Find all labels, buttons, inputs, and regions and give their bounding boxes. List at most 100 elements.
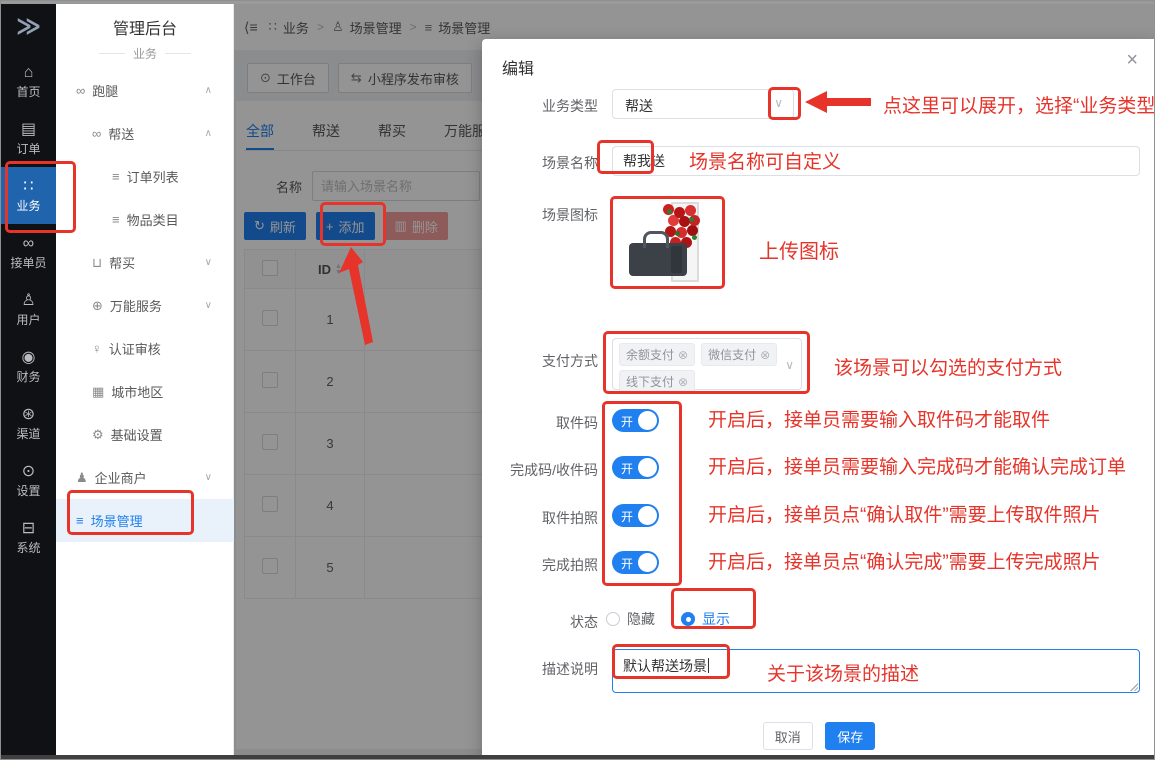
secondary-nav-item[interactable]: ∞帮送∧	[56, 112, 234, 155]
primary-nav-label: 系统	[16, 539, 40, 556]
toggle-switch[interactable]: 开	[612, 504, 659, 527]
business-type-label: 业务类型	[482, 96, 598, 116]
admin-title: 管理后台	[56, 15, 234, 39]
secondary-nav-item[interactable]: ⚙基础设置	[56, 413, 234, 456]
status-radio[interactable]	[681, 612, 695, 626]
divider-line	[165, 53, 191, 54]
scene-name-input[interactable]	[612, 146, 1140, 176]
primary-nav-item[interactable]: ▤ 订单	[1, 110, 56, 167]
audit-icon: ♀	[92, 341, 102, 356]
secondary-nav: ∞跑腿∧∞帮送∧≡订单列表≡物品类目⊔帮买∨⊕万能服务∨♀认证审核▦城市地区⚙基…	[56, 69, 234, 542]
status-radio[interactable]	[606, 612, 620, 626]
chevron-down-icon[interactable]: ∨	[774, 96, 783, 110]
scooter-icon: ∞	[76, 83, 85, 98]
primary-nav-label: 设置	[16, 482, 40, 499]
secondary-nav-item[interactable]: ⊕ 万能服务 ∨	[56, 284, 234, 327]
tag-close-icon[interactable]: ⊗	[678, 375, 688, 389]
secondary-nav-item[interactable]: ≡ 场景管理	[56, 499, 234, 542]
payment-label: 支付方式	[482, 351, 598, 371]
toggle-on-label: 开	[621, 413, 633, 430]
secondary-nav-item[interactable]: ≡订单列表	[56, 155, 234, 198]
order-icon: ▤	[21, 121, 36, 138]
resize-handle-icon[interactable]	[1129, 682, 1138, 691]
primary-nav-item[interactable]: ⊙ 设置	[1, 452, 56, 509]
chevron-down-icon: ∨	[205, 472, 212, 483]
grid-icon: ∷	[23, 178, 33, 195]
city-icon: ▦	[92, 384, 104, 400]
toggle-switch[interactable]: 开	[612, 551, 659, 574]
globe-icon: ⊕	[92, 298, 103, 314]
toggle-on-label: 开	[621, 508, 633, 525]
status-radio-label[interactable]: 显示	[702, 609, 730, 629]
toggle-switch[interactable]: 开	[612, 456, 659, 479]
scene-icon-upload[interactable]	[619, 199, 717, 285]
app-logo[interactable]: ≫	[1, 9, 56, 45]
primary-nav-item[interactable]: ⊟系统	[1, 509, 56, 566]
business-type-select[interactable]: 帮送 ∨	[612, 89, 794, 119]
primary-nav-label: 财务	[16, 368, 40, 385]
toggle-row: 完成拍照开开启后，接单员点“确认完成”需要上传完成照片	[482, 551, 1155, 575]
channel-icon: ⊛	[22, 406, 35, 423]
secondary-nav-item[interactable]: ∞跑腿∧	[56, 69, 234, 112]
toggle-row: 取件拍照开开启后，接单员点“确认取件”需要上传取件照片	[482, 504, 1155, 528]
sidebar-section-label: 业务	[133, 45, 157, 62]
secondary-nav-label: 万能服务	[110, 296, 162, 315]
secondary-nav-item[interactable]: ▦城市地区	[56, 370, 234, 413]
home-icon: ⌂	[24, 64, 34, 81]
close-icon[interactable]: ×	[1126, 49, 1138, 72]
basket-icon: ⊔	[92, 255, 102, 271]
payment-tags: 余额支付⊗ 微信支付⊗ 线下支付⊗	[613, 339, 779, 393]
primary-nav-item[interactable]: ◉财务	[1, 338, 56, 395]
status-radio-group: 隐藏 显示	[606, 609, 730, 629]
secondary-nav-label: 基础设置	[111, 425, 163, 444]
cancel-button[interactable]: 取消	[763, 722, 813, 750]
secondary-nav-label: 物品类目	[127, 210, 179, 229]
toggle-knob	[638, 458, 657, 477]
primary-nav-label: 渠道	[16, 425, 40, 442]
payment-tag[interactable]: 微信支付⊗	[701, 343, 777, 366]
toggle-label: 完成码/收件码	[482, 460, 598, 480]
user-icon: ♙	[21, 292, 35, 309]
secondary-nav-item[interactable]: ♀认证审核	[56, 327, 234, 370]
primary-nav-item[interactable]: ♙ 用户	[1, 281, 56, 338]
list-icon: ≡	[76, 513, 84, 528]
scooter-icon: ∞	[92, 126, 101, 141]
payment-multiselect[interactable]: 余额支付⊗ 微信支付⊗ 线下支付⊗ ∨	[612, 338, 802, 390]
chevron-down-icon[interactable]: ∨	[785, 358, 794, 372]
modal-footer: 取消 保存	[482, 722, 1155, 750]
settings-icon: ⊙	[22, 463, 35, 480]
primary-sidebar: ≫ ⌂首页 ▤ 订单 ∷业务∞接单员 ♙ 用户 ◉财务 ⊛ 渠道 ⊙ 设置 ⊟系统	[1, 1, 56, 760]
save-button[interactable]: 保存	[825, 722, 875, 750]
payment-tag[interactable]: 线下支付⊗	[619, 370, 695, 393]
scene-icon-label: 场景图标	[482, 205, 598, 225]
primary-nav-label: 用户	[16, 311, 40, 328]
secondary-nav-item[interactable]: ≡ 物品类目	[56, 198, 234, 241]
sidebar-section-divider: 业务	[56, 45, 234, 62]
primary-nav-item[interactable]: ∷业务	[1, 167, 56, 224]
secondary-nav-label: 企业商户	[95, 468, 147, 487]
toggle-knob	[638, 553, 657, 572]
chevron-up-icon: ∧	[205, 128, 212, 139]
briefcase-image	[629, 243, 687, 276]
primary-nav-item[interactable]: ⊛ 渠道	[1, 395, 56, 452]
secondary-nav-label: 场景管理	[91, 511, 143, 530]
tag-close-icon[interactable]: ⊗	[678, 348, 688, 362]
description-textarea[interactable]: 默认帮送场景	[612, 649, 1140, 693]
business-type-value: 帮送	[625, 96, 653, 116]
secondary-nav-item[interactable]: ♟企业商户∨	[56, 456, 234, 499]
primary-nav-item[interactable]: ⌂首页	[1, 53, 56, 110]
tag-close-icon[interactable]: ⊗	[760, 348, 770, 362]
primary-nav-label: 订单	[16, 140, 40, 157]
list-icon: ≡	[112, 169, 120, 184]
list-icon: ≡	[112, 212, 120, 227]
status-label: 状态	[482, 612, 598, 632]
payment-tag[interactable]: 余额支付⊗	[619, 343, 695, 366]
primary-nav-item[interactable]: ∞接单员	[1, 224, 56, 281]
logo-icon: ≫	[16, 13, 41, 40]
chevron-down-icon: ∨	[205, 300, 212, 311]
toggle-switch[interactable]: 开	[612, 409, 659, 432]
status-radio-label[interactable]: 隐藏	[627, 609, 655, 629]
primary-nav: ⌂首页 ▤ 订单 ∷业务∞接单员 ♙ 用户 ◉财务 ⊛ 渠道 ⊙ 设置 ⊟系统	[1, 53, 56, 566]
secondary-nav-item[interactable]: ⊔帮买∨	[56, 241, 234, 284]
toggle-on-label: 开	[621, 555, 633, 572]
